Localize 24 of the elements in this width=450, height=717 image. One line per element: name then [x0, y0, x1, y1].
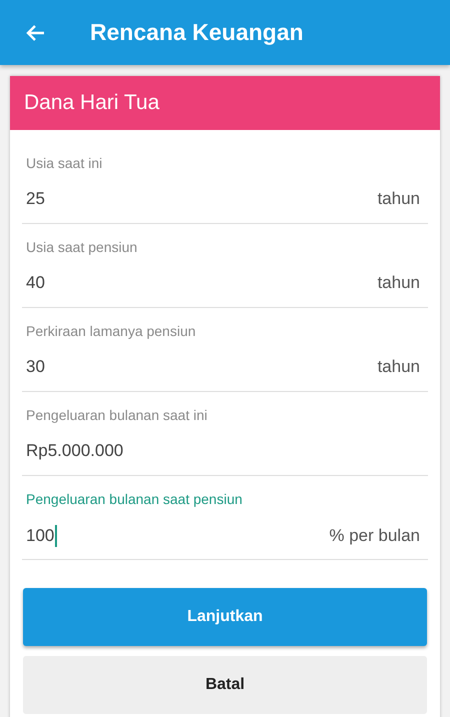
field-label: Pengeluaran bulanan saat ini	[26, 407, 208, 423]
unit-label: tahun	[377, 357, 420, 377]
unit-label: tahun	[377, 189, 420, 209]
text-field[interactable]: Usia saat pensiun 40 tahun	[22, 224, 428, 308]
field-label: Usia saat pensiun	[26, 239, 138, 255]
text-field[interactable]: Perkiraan lamanya pensiun 30 tahun	[22, 308, 428, 392]
field-label: Usia saat ini	[26, 155, 104, 171]
field-value: Rp5.000.000	[26, 441, 124, 461]
field-value: 40	[26, 273, 45, 293]
field-label: Pengeluaran bulanan saat pensiun	[26, 491, 244, 507]
unit-label: % per bulan	[329, 526, 420, 546]
field-value: 25	[26, 189, 45, 209]
text-field[interactable]: Pengeluaran bulanan saat ini Rp5.000.000	[22, 392, 428, 476]
text-field[interactable]: Usia saat ini 25 tahun	[22, 140, 428, 224]
text-field[interactable]: Pengeluaran bulanan saat pensiun 100 % per bulan	[22, 476, 428, 560]
field-label: Perkiraan lamanya pensiun	[26, 323, 197, 339]
unit-label: tahun	[377, 273, 420, 293]
screen-title: Rencana Keuangan	[90, 19, 304, 46]
text-cursor	[55, 525, 58, 547]
back-arrow-icon[interactable]	[25, 24, 45, 42]
field-value: 30	[26, 357, 45, 377]
cancel-button[interactable]: Batal	[23, 656, 427, 714]
field-value: 100	[26, 526, 54, 546]
card-header: Dana Hari Tua	[10, 76, 440, 130]
